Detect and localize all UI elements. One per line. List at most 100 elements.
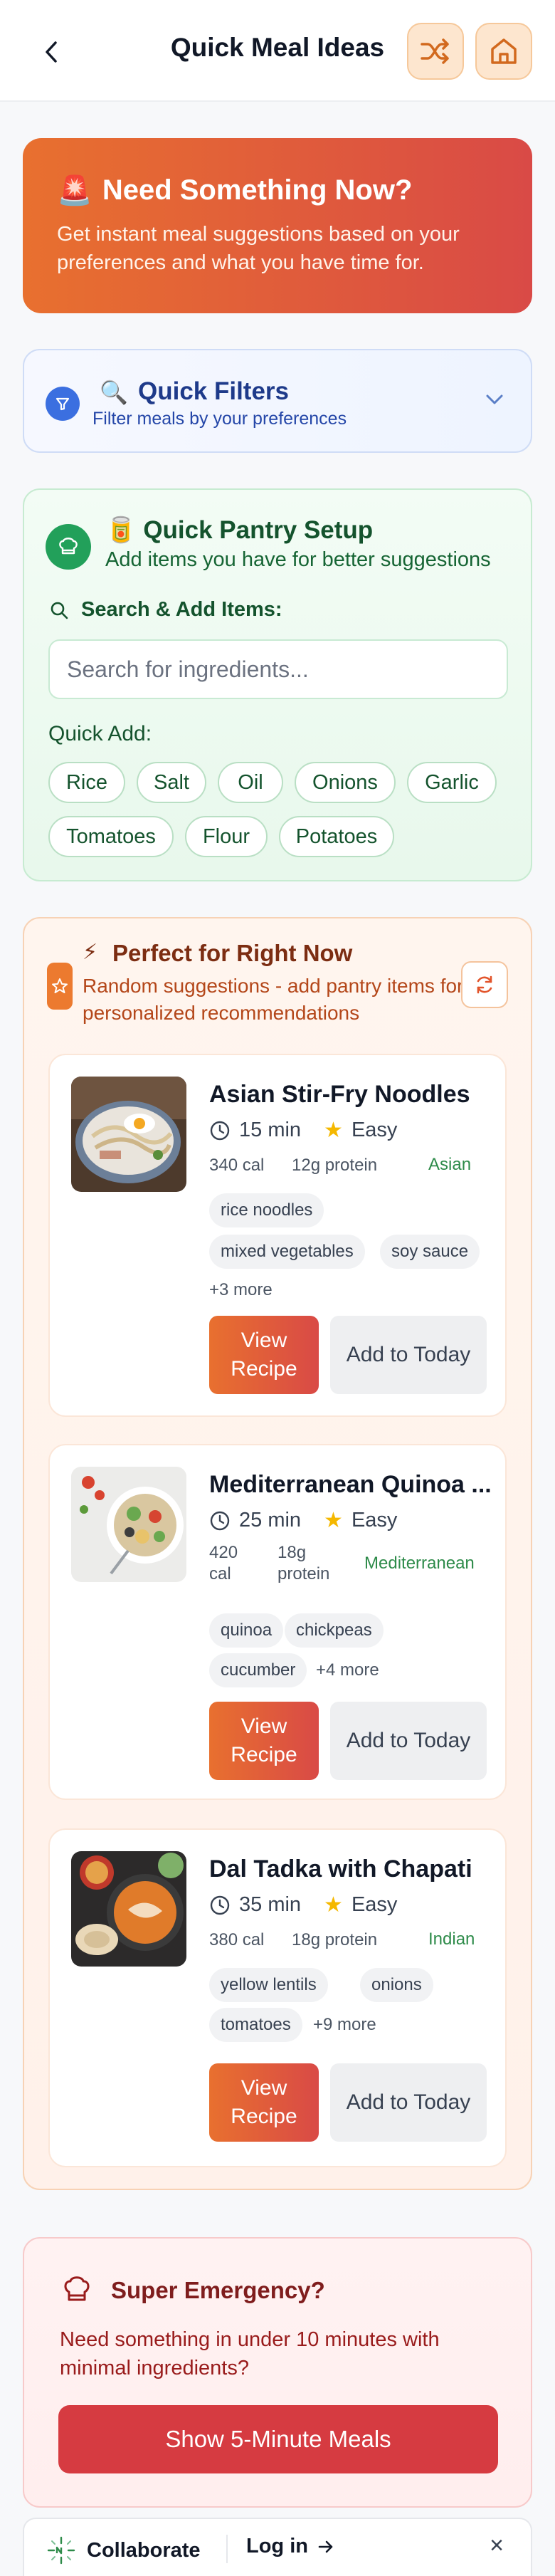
quick-add-chip[interactable]: Potatoes bbox=[279, 816, 394, 857]
perfect-title: ⚡ Perfect for Right Now bbox=[83, 940, 353, 967]
meal-title: Asian Stir-Fry Noodles bbox=[209, 1081, 470, 1108]
filter-icon bbox=[46, 387, 80, 421]
meal-difficulty: Easy bbox=[351, 1509, 398, 1532]
show-5-minute-meals-button[interactable]: Show 5-Minute Meals bbox=[58, 2405, 498, 2473]
meal-image-quinoa bbox=[71, 1467, 186, 1582]
lightning-icon: ⚡ bbox=[83, 941, 98, 964]
close-icon[interactable]: × bbox=[490, 2532, 504, 2560]
more-ingredients: +9 more bbox=[313, 2015, 376, 2034]
pantry-subtitle: Add items you have for better suggestion… bbox=[105, 548, 491, 571]
refresh-icon bbox=[477, 975, 492, 994]
meal-card: Dal Tadka with Chapati 35 min ★ Easy 380… bbox=[48, 1828, 507, 2167]
meal-protein: 18g protein bbox=[292, 1930, 378, 1949]
meal-title: Mediterranean Quinoa ... bbox=[209, 1471, 492, 1498]
magnifier-icon: 🔍 bbox=[100, 379, 128, 405]
ingredient-tag: yellow lentils bbox=[209, 1968, 328, 2002]
clock-icon bbox=[210, 1511, 230, 1530]
quick-add-chip[interactable]: Garlic bbox=[407, 762, 497, 803]
quick-add-chip[interactable]: Tomatoes bbox=[48, 816, 174, 857]
ingredient-tag: quinoa bbox=[209, 1613, 284, 1648]
meal-image-noodles bbox=[71, 1077, 186, 1192]
meal-cuisine: Mediterranean bbox=[364, 1554, 475, 1573]
filters-title: 🔍 Quick Filters bbox=[100, 377, 290, 406]
login-label: Log in bbox=[246, 2535, 308, 2557]
add-to-today-button[interactable]: Add to Today bbox=[330, 1316, 487, 1394]
meal-card: Asian Stir-Fry Noodles 15 min ★ Easy 340… bbox=[48, 1054, 507, 1417]
divider bbox=[226, 2535, 228, 2563]
meal-calories: 340 cal bbox=[209, 1156, 265, 1175]
meal-difficulty: Easy bbox=[351, 1893, 398, 1916]
pantry-title: 🥫 Quick Pantry Setup bbox=[105, 515, 373, 545]
quick-add-label: Quick Add: bbox=[48, 722, 152, 745]
meal-calories: 380 cal bbox=[209, 1930, 265, 1949]
home-button[interactable] bbox=[475, 23, 532, 80]
ingredient-tag: tomatoes bbox=[209, 2008, 302, 2042]
emergency-title: Super Emergency? bbox=[111, 2277, 325, 2303]
ingredient-tag: onions bbox=[360, 1968, 433, 2002]
meal-protein: 18g protein bbox=[278, 1543, 330, 1583]
star-icon: ★ bbox=[324, 1509, 343, 1532]
more-ingredients: +4 more bbox=[316, 1660, 379, 1680]
add-to-today-button[interactable]: Add to Today bbox=[330, 2063, 487, 2142]
ingredient-tag: cucumber bbox=[209, 1653, 307, 1687]
ingredient-tag: mixed vegetables bbox=[209, 1235, 365, 1269]
search-label: Search & Add Items: bbox=[48, 598, 282, 622]
collaborate-label: Collaborate bbox=[87, 2538, 201, 2562]
login-button[interactable]: Log in bbox=[246, 2535, 335, 2558]
meal-meta: 35 min ★ Easy bbox=[209, 1892, 397, 1917]
meal-protein: 12g protein bbox=[292, 1156, 378, 1175]
meal-time: 15 min bbox=[239, 1119, 302, 1141]
chevron-down-icon bbox=[486, 394, 503, 404]
perfect-title-text: Perfect for Right Now bbox=[112, 940, 353, 966]
quick-add-chip[interactable]: Rice bbox=[48, 762, 125, 803]
banner-title: 🚨 Need Something Now? bbox=[57, 174, 498, 207]
quick-add-chip[interactable]: Salt bbox=[137, 762, 206, 803]
arrow-right-icon bbox=[318, 2540, 333, 2553]
meal-cuisine: Indian bbox=[428, 1930, 475, 1949]
add-to-today-button[interactable]: Add to Today bbox=[330, 1702, 487, 1780]
pantry-title-text: Quick Pantry Setup bbox=[143, 516, 374, 544]
chevron-left-icon bbox=[46, 41, 57, 63]
home-icon bbox=[491, 38, 517, 64]
star-icon bbox=[47, 963, 73, 1010]
page-title: Quick Meal Ideas bbox=[170, 33, 385, 62]
super-emergency-section: Super Emergency? Need something in under… bbox=[23, 2237, 532, 2508]
meal-meta: 15 min ★ Easy bbox=[209, 1118, 397, 1143]
star-icon: ★ bbox=[324, 1119, 343, 1142]
meal-difficulty: Easy bbox=[351, 1119, 398, 1141]
ingredient-tag: rice noodles bbox=[209, 1193, 324, 1227]
meal-time: 35 min bbox=[239, 1893, 302, 1916]
back-button[interactable] bbox=[34, 34, 70, 70]
meal-card: Mediterranean Quinoa ... 25 min ★ Easy 4… bbox=[48, 1444, 507, 1800]
perfect-subtitle: Random suggestions - add pantry items fo… bbox=[83, 975, 464, 1024]
quick-add-chip[interactable]: Flour bbox=[185, 816, 268, 857]
view-recipe-button[interactable]: View Recipe bbox=[209, 2063, 319, 2142]
quick-add-chip[interactable]: Onions bbox=[295, 762, 396, 803]
collaborate-button[interactable]: Collaborate bbox=[46, 2535, 201, 2566]
search-label-text: Search & Add Items: bbox=[81, 598, 282, 621]
need-something-banner: 🚨 Need Something Now? Get instant meal s… bbox=[23, 138, 532, 313]
filters-title-text: Quick Filters bbox=[138, 377, 290, 405]
bottom-bar: Collaborate Log in × bbox=[23, 2518, 532, 2576]
collaborate-icon bbox=[47, 2536, 75, 2565]
emergency-subtitle: Need something in under 10 minutes with … bbox=[60, 2328, 440, 2379]
can-icon: 🥫 bbox=[105, 516, 137, 544]
quick-filters-toggle[interactable]: 🔍 Quick Filters Filter meals by your pre… bbox=[23, 349, 532, 453]
refresh-button[interactable] bbox=[461, 961, 508, 1008]
meal-calories: 420 cal bbox=[209, 1543, 238, 1583]
ingredient-search-input[interactable] bbox=[48, 639, 508, 699]
meal-image-dal bbox=[71, 1851, 186, 1967]
banner-subtitle: Get instant meal suggestions based on yo… bbox=[57, 223, 460, 274]
search-icon bbox=[51, 602, 68, 619]
shuffle-button[interactable] bbox=[407, 23, 464, 80]
app-header: Quick Meal Ideas bbox=[0, 0, 555, 102]
view-recipe-button[interactable]: View Recipe bbox=[209, 1702, 319, 1780]
meal-time: 25 min bbox=[239, 1509, 302, 1532]
clock-icon bbox=[210, 1121, 230, 1140]
meal-meta: 25 min ★ Easy bbox=[209, 1508, 397, 1533]
ingredient-tag: chickpeas bbox=[285, 1613, 384, 1648]
chef-hat-icon bbox=[46, 524, 91, 570]
view-recipe-button[interactable]: View Recipe bbox=[209, 1316, 319, 1394]
quick-add-chip[interactable]: Oil bbox=[218, 762, 283, 803]
siren-icon: 🚨 bbox=[57, 175, 92, 206]
